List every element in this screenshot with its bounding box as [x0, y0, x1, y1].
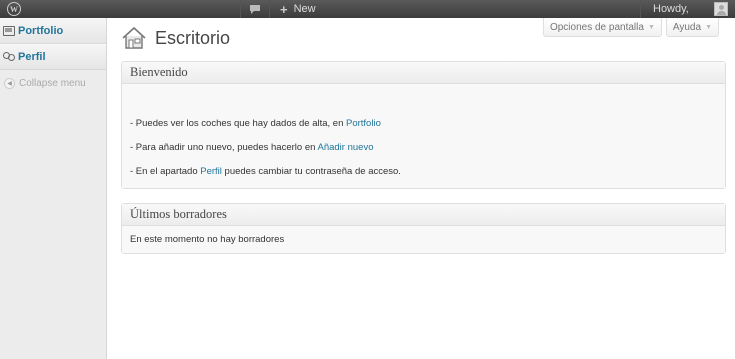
screen-options-button[interactable]: Opciones de pantalla ▼: [542, 18, 662, 37]
help-button[interactable]: Ayuda ▼: [665, 18, 719, 37]
screen-meta-tabs: Opciones de pantalla ▼ Ayuda ▼: [542, 18, 719, 37]
dashboard-house-icon: [121, 26, 147, 50]
howdy-text: Howdy,: [653, 3, 689, 15]
welcome-widget-title: Bienvenido: [130, 65, 188, 79]
new-label: New: [293, 3, 316, 15]
welcome-line: - Puedes ver los coches que hay dados de…: [130, 118, 381, 129]
users-icon: [3, 52, 15, 62]
wordpress-logo-letter: W: [10, 4, 18, 14]
welcome-line: - En el apartado Perfil puedes cambiar t…: [130, 166, 401, 177]
welcome-widget: Bienvenido - Puedes ver los coches que h…: [121, 61, 726, 189]
wordpress-logo-icon: W: [7, 2, 21, 16]
profile-link[interactable]: Perfil: [200, 166, 222, 177]
screen-options-label: Opciones de pantalla: [549, 21, 644, 33]
recent-drafts-body: En este momento no hay borradores: [122, 226, 725, 253]
no-drafts-text: En este momento no hay borradores: [130, 234, 285, 245]
welcome-line-text: - Para añadir uno nuevo, puedes hacerlo …: [130, 142, 318, 153]
collapse-menu-label: Collapse menu: [19, 77, 86, 89]
chevron-down-icon: ▼: [647, 23, 655, 31]
portfolio-link[interactable]: Portfolio: [346, 118, 381, 129]
main-content: Opciones de pantalla ▼ Ayuda ▼ Escritori…: [107, 18, 735, 359]
recent-drafts-widget: Últimos borradores En este momento no ha…: [121, 203, 726, 254]
sidebar-item-perfil[interactable]: Perfil: [0, 44, 106, 70]
help-label: Ayuda: [672, 21, 702, 33]
plus-icon: +: [280, 1, 288, 17]
recent-drafts-header[interactable]: Últimos borradores: [122, 204, 725, 226]
recent-drafts-title: Últimos borradores: [130, 207, 227, 221]
sidebar-item-portfolio[interactable]: Portfolio: [0, 18, 106, 44]
admin-sidebar: Portfolio Perfil ◀ Collapse menu: [0, 18, 107, 359]
new-content-button[interactable]: + New: [270, 0, 326, 18]
page-header: Escritorio: [121, 26, 230, 50]
welcome-line: - Para añadir uno nuevo, puedes hacerlo …: [130, 142, 373, 153]
welcome-line-text: - En el apartado: [130, 166, 201, 177]
avatar[interactable]: [714, 2, 728, 16]
add-new-link[interactable]: Añadir nuevo: [318, 142, 374, 153]
welcome-widget-header[interactable]: Bienvenido: [122, 62, 725, 84]
wordpress-logo-button[interactable]: W: [0, 0, 28, 18]
speech-bubble-icon: [250, 4, 260, 14]
welcome-widget-body: - Puedes ver los coches que hay dados de…: [122, 84, 725, 188]
sidebar-item-label: Perfil: [18, 51, 46, 63]
chevron-down-icon: ▼: [705, 23, 712, 31]
welcome-line-suffix: puedes cambiar tu contraseña de acceso.: [221, 166, 401, 177]
admin-bar: W + New Howdy,: [0, 0, 735, 18]
portfolio-icon: [3, 26, 15, 36]
page-title: Escritorio: [155, 27, 231, 48]
collapse-menu-button[interactable]: ◀ Collapse menu: [0, 72, 106, 94]
sidebar-item-label: Portfolio: [18, 25, 64, 37]
comments-button[interactable]: [240, 0, 270, 18]
collapse-arrow-icon: ◀: [4, 77, 15, 89]
welcome-line-text: - Puedes ver los coches que hay dados de…: [130, 118, 346, 129]
